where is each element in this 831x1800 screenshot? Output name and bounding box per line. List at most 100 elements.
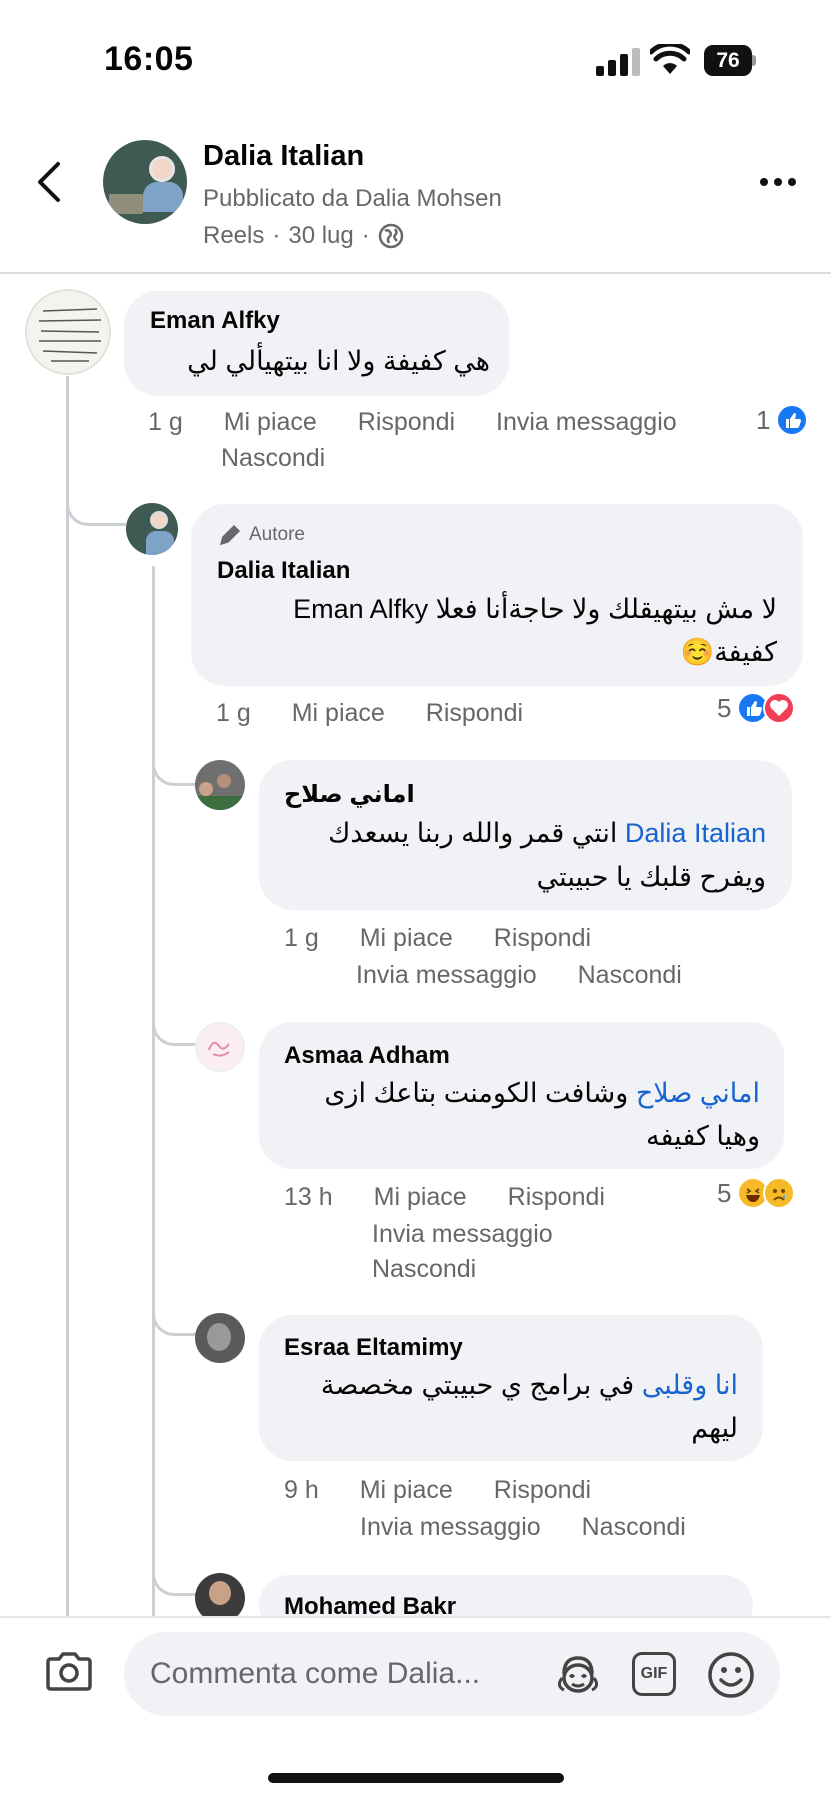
comment-text-part: في برامج ي حبيبتي مخصصة bbox=[320, 1370, 635, 1400]
status-time: 16:05 bbox=[104, 40, 194, 78]
comment-text: اماني صلاح وشافت الكومنت بتاعك ازى bbox=[272, 1072, 760, 1115]
comment-time: 1 g bbox=[216, 699, 251, 727]
like-button[interactable]: Mi piace bbox=[360, 920, 453, 956]
thread-line bbox=[66, 376, 69, 1616]
avatar[interactable] bbox=[195, 760, 245, 810]
comment-text: Eman Alfky لا مش بيتهيقلك ولا حاجةأنا فع… bbox=[207, 588, 777, 631]
comment-actions: 1 g Mi piace Rispondi Invia messaggio bbox=[148, 404, 748, 440]
wifi-icon bbox=[650, 44, 690, 74]
page-avatar[interactable]: ​ bbox=[103, 140, 187, 224]
avatar[interactable] bbox=[126, 503, 178, 555]
comment-text-line: ليهم bbox=[691, 1413, 738, 1443]
comment-time: 13 h bbox=[284, 1183, 333, 1211]
post-meta: Reels · 30 lug · bbox=[203, 222, 404, 250]
hide-button[interactable]: Nascondi bbox=[578, 957, 682, 993]
post-date: 30 lug bbox=[288, 222, 354, 249]
published-by: Pubblicato da Dalia Mohsen bbox=[203, 185, 502, 212]
reply-button[interactable]: Rispondi bbox=[426, 695, 523, 731]
page-title[interactable]: Dalia Italian bbox=[203, 140, 364, 173]
like-button[interactable]: Mi piace bbox=[292, 695, 385, 731]
author-badge-label: Autore bbox=[249, 524, 305, 545]
comment-time: 1 g bbox=[148, 408, 183, 436]
comment-text: هي كفيفة ولا انا بيتهيألي لي bbox=[187, 346, 490, 376]
meta-separator: · bbox=[361, 222, 370, 249]
comment-actions: 9 h Mi piace Rispondi bbox=[284, 1472, 684, 1508]
mention-link[interactable]: Eman Alfky bbox=[293, 594, 428, 624]
like-icon bbox=[776, 404, 809, 436]
comment-actions-row2: Invia messaggio Nascondi bbox=[356, 957, 776, 993]
mention-link[interactable]: انا وقلبى bbox=[642, 1370, 738, 1400]
gif-icon[interactable]: GIF bbox=[632, 1652, 676, 1696]
post-type[interactable]: Reels bbox=[203, 222, 264, 250]
send-message-button[interactable]: Invia messaggio bbox=[372, 1216, 553, 1252]
comment-time: 9 h bbox=[284, 1476, 319, 1504]
meta-separator: · bbox=[272, 222, 281, 249]
emoji-icon[interactable] bbox=[706, 1650, 756, 1700]
thread-connector bbox=[152, 1006, 198, 1046]
home-indicator bbox=[268, 1773, 564, 1783]
reaction-summary[interactable]: 1 bbox=[756, 404, 809, 436]
battery-level: 76 bbox=[704, 45, 752, 76]
thread-connector bbox=[152, 1556, 198, 1596]
battery-icon: 76 bbox=[704, 45, 756, 76]
comment-author[interactable]: Dalia Italian bbox=[217, 557, 350, 585]
reply-button[interactable]: Rispondi bbox=[508, 1179, 605, 1215]
send-message-button[interactable]: Invia messaggio bbox=[360, 1509, 541, 1545]
comment-text-part: انتي قمر والله ربنا يسعدك bbox=[328, 818, 618, 848]
comment-actions: 13 h Mi piace Rispondi bbox=[284, 1179, 684, 1215]
cellular-signal-icon bbox=[596, 48, 640, 76]
sad-icon bbox=[763, 1177, 796, 1209]
comment-author[interactable]: Eman Alfky bbox=[150, 307, 280, 335]
love-icon bbox=[763, 692, 796, 724]
comment-text-line: ويفرح قلبك يا حبيبتي bbox=[536, 862, 766, 892]
hide-button[interactable]: Nascondi bbox=[221, 440, 325, 476]
thread-connector bbox=[66, 476, 126, 526]
author-badge: Autore bbox=[217, 522, 305, 548]
comment-actions: 1 g Mi piace Rispondi bbox=[216, 695, 636, 731]
comment-input[interactable] bbox=[124, 1632, 780, 1716]
mention-link[interactable]: اماني صلاح bbox=[636, 1078, 760, 1108]
comment-actions: 1 g Mi piace Rispondi bbox=[284, 920, 684, 956]
comment-text-part: لا مش بيتهيقلك ولا حاجةأنا فعلا bbox=[435, 594, 777, 624]
avatar[interactable] bbox=[25, 289, 111, 375]
comment-text: انا وقلبى في برامج ي حبيبتي مخصصة bbox=[272, 1364, 738, 1407]
back-arrow-icon[interactable] bbox=[34, 160, 64, 204]
like-button[interactable]: Mi piace bbox=[374, 1179, 467, 1215]
reply-button[interactable]: Rispondi bbox=[494, 1472, 591, 1508]
avatar-sticker-icon[interactable] bbox=[554, 1652, 602, 1696]
globe-icon bbox=[378, 223, 403, 249]
comment-actions-row2: Invia messaggio Nascondi bbox=[360, 1509, 780, 1545]
comment-text-line: وهيا كفيفه bbox=[646, 1121, 760, 1151]
comment-author[interactable]: اماني صلاح bbox=[284, 780, 415, 809]
reaction-count: 5 bbox=[717, 1177, 732, 1208]
thread-connector bbox=[152, 746, 198, 786]
avatar[interactable] bbox=[195, 1313, 245, 1363]
pencil-icon bbox=[219, 524, 241, 546]
send-message-button[interactable]: Invia messaggio bbox=[356, 957, 537, 993]
reaction-count: 5 bbox=[717, 692, 732, 723]
comment-author[interactable]: Asmaa Adham bbox=[284, 1042, 450, 1070]
camera-icon[interactable] bbox=[44, 1650, 94, 1692]
hide-button[interactable]: Nascondi bbox=[582, 1509, 686, 1545]
reaction-count: 1 bbox=[756, 404, 771, 435]
doodle-icon bbox=[208, 1041, 230, 1057]
reply-button[interactable]: Rispondi bbox=[494, 920, 591, 956]
comment-text-line: كفيفة☺️ bbox=[680, 637, 777, 667]
reaction-summary[interactable]: 5 bbox=[717, 1177, 796, 1209]
header-divider bbox=[0, 272, 831, 274]
more-options-icon[interactable] bbox=[756, 170, 800, 194]
thread-connector bbox=[152, 1296, 198, 1336]
comment-text-part: وشافت الكومنت بتاعك ازى bbox=[324, 1078, 629, 1108]
mention-link[interactable]: Dalia Italian bbox=[625, 818, 766, 848]
reply-button[interactable]: Rispondi bbox=[358, 404, 455, 440]
hide-button[interactable]: Nascondi bbox=[372, 1251, 476, 1287]
thread-line bbox=[152, 566, 155, 1616]
comment-author[interactable]: Esraa Eltamimy bbox=[284, 1334, 463, 1362]
like-button[interactable]: Mi piace bbox=[224, 404, 317, 440]
reaction-summary[interactable]: 5 bbox=[717, 692, 796, 724]
send-message-button[interactable]: Invia messaggio bbox=[496, 404, 677, 440]
comment-text: انتي قمر والله ربنا يسعدك Dalia Italian bbox=[272, 812, 766, 855]
avatar[interactable] bbox=[195, 1022, 245, 1072]
comment-time: 1 g bbox=[284, 924, 319, 952]
like-button[interactable]: Mi piace bbox=[360, 1472, 453, 1508]
